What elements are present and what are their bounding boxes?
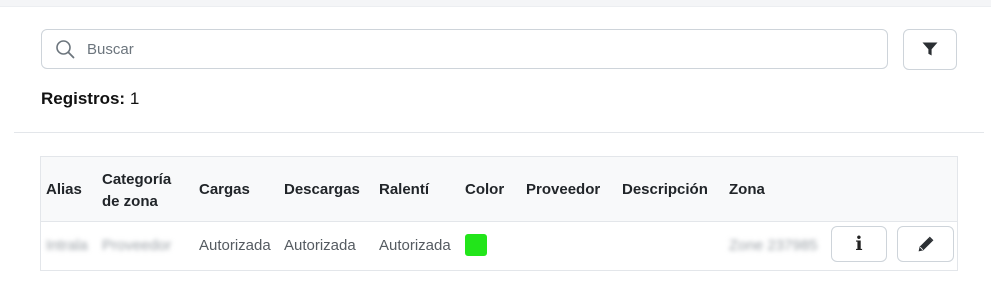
column-header-unloads[interactable]: Descargas (284, 179, 360, 200)
edit-button[interactable] (897, 226, 954, 262)
cell-loads: Autorizada (199, 237, 271, 254)
info-icon: i (855, 233, 863, 255)
column-header-category-line1[interactable]: Categoría (102, 169, 171, 190)
column-header-alias[interactable]: Alias (46, 179, 82, 200)
table-header: Alias Categoría de zona Cargas Descargas… (41, 157, 957, 222)
column-header-zone[interactable]: Zona (729, 179, 765, 200)
search-input[interactable] (87, 30, 877, 68)
cell-unloads: Autorizada (284, 237, 356, 254)
zones-table: Alias Categoría de zona Cargas Descargas… (40, 156, 958, 271)
records-count: Registros: 1 (41, 89, 139, 109)
filter-button[interactable] (903, 29, 957, 70)
column-header-category-line2[interactable]: de zona (102, 191, 158, 212)
color-swatch (465, 234, 487, 256)
cell-category: Proveedor (102, 237, 172, 254)
zones-panel: Registros: 1 Alias Categoría de zona Car… (0, 6, 991, 281)
info-button[interactable]: i (831, 226, 887, 262)
cell-zone: Zone 237985 (729, 237, 818, 254)
records-label: Registros: (41, 89, 126, 108)
search-icon (56, 40, 75, 59)
cell-idle: Autorizada (379, 237, 451, 254)
column-header-description[interactable]: Descripción (622, 179, 708, 200)
filter-icon (922, 42, 938, 56)
search-box[interactable] (41, 29, 888, 69)
column-header-provider[interactable]: Proveedor (526, 179, 600, 200)
cell-alias: Intrala (46, 237, 88, 254)
pencil-icon (918, 236, 934, 251)
records-value: 1 (129, 89, 140, 108)
column-header-loads[interactable]: Cargas (199, 179, 250, 200)
column-header-idle[interactable]: Ralentí (379, 179, 429, 200)
column-header-color[interactable]: Color (465, 179, 504, 200)
divider (14, 132, 984, 133)
